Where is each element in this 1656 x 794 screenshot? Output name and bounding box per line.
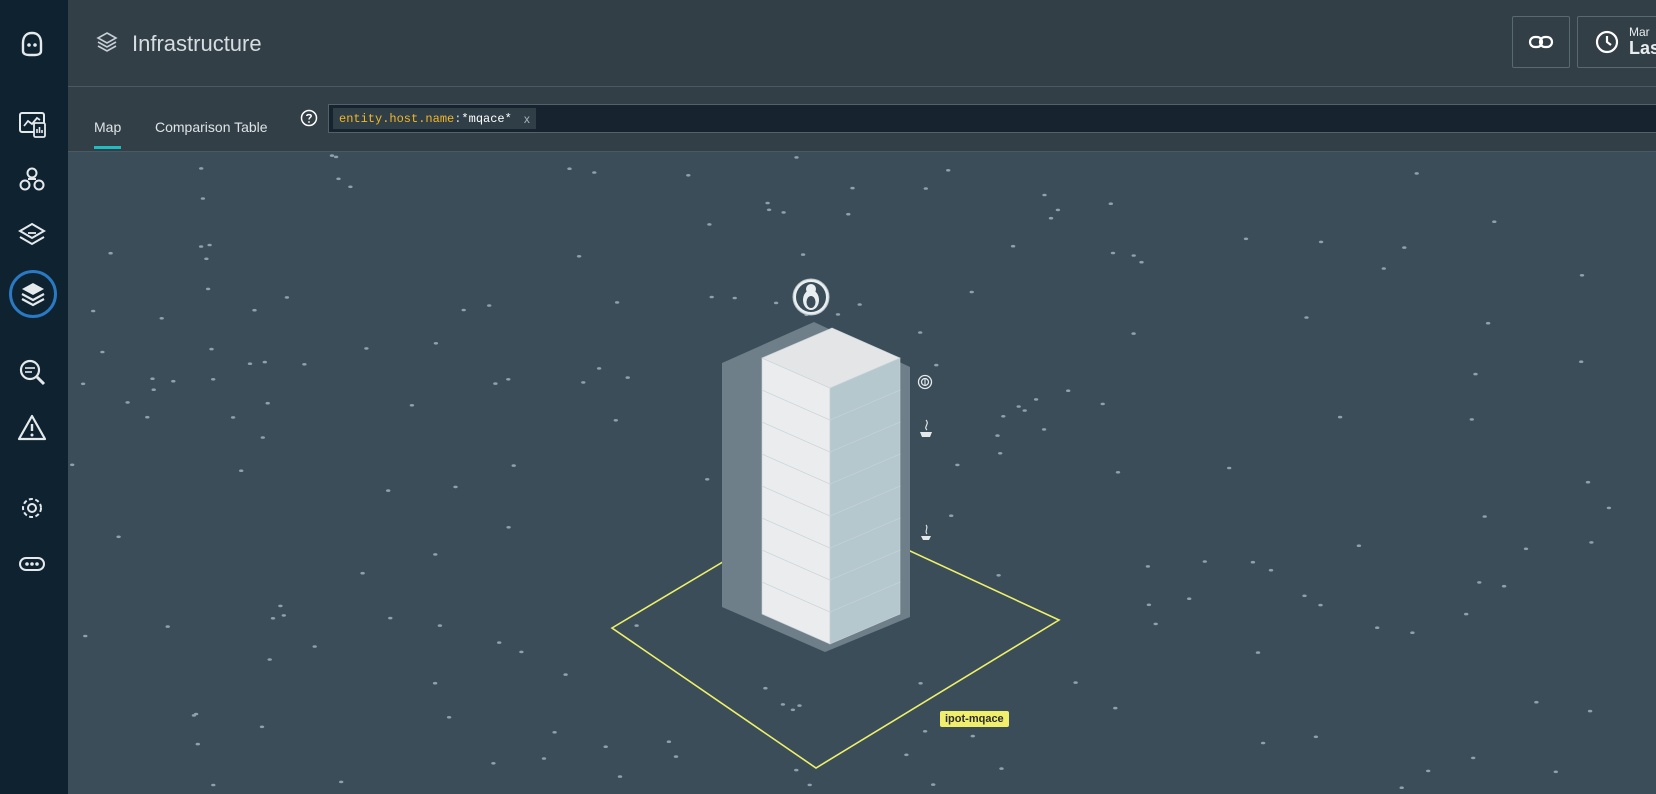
infrastructure-map[interactable]: ipot-mqace [68, 152, 1656, 794]
query-separator: : [454, 111, 462, 126]
link-icon [1528, 35, 1554, 49]
logo-icon[interactable] [14, 26, 50, 62]
remove-filter-button[interactable]: x [524, 112, 530, 126]
copy-link-button[interactable] [1512, 16, 1570, 68]
settings-icon[interactable] [14, 490, 50, 526]
timeframe-range: Las [1629, 37, 1656, 58]
platforms-icon[interactable] [14, 218, 50, 254]
layers-icon [96, 32, 118, 52]
top-header: Infrastructure Mar Las [68, 0, 1656, 87]
map-canvas[interactable] [68, 152, 1656, 794]
java-icon[interactable] [921, 524, 931, 540]
query-chip: entity.host.name : *mqace* x [333, 108, 536, 129]
host-tower[interactable] [722, 322, 910, 652]
timeframe-date: Mar [1629, 24, 1650, 39]
fingerprint-icon[interactable] [917, 374, 933, 390]
view-tabbar: Map Comparison Table entity.host.name : … [68, 87, 1656, 152]
clock-icon [1595, 30, 1619, 54]
java-icon[interactable] [920, 419, 932, 437]
analytics-icon[interactable] [14, 354, 50, 390]
search-input[interactable]: entity.host.name : *mqace* x [328, 104, 1656, 133]
sidebar [0, 0, 68, 794]
events-icon[interactable] [14, 410, 50, 446]
tab-map[interactable]: Map [94, 119, 122, 149]
query-key: entity.host.name [339, 111, 455, 126]
query-value: *mqace* [461, 111, 512, 126]
more-icon[interactable] [14, 546, 50, 582]
dashboards-icon[interactable] [14, 106, 50, 142]
host-name-label[interactable]: ipot-mqace [940, 711, 1009, 727]
timeframe-picker-button[interactable]: Mar Las [1577, 16, 1656, 68]
applications-icon[interactable] [14, 162, 50, 198]
linux-penguin-icon[interactable] [792, 278, 830, 316]
tab-comparison-table[interactable]: Comparison Table [155, 119, 268, 135]
page-title: Infrastructure [132, 31, 262, 56]
help-icon[interactable] [300, 109, 318, 127]
infrastructure-icon[interactable] [9, 270, 57, 318]
